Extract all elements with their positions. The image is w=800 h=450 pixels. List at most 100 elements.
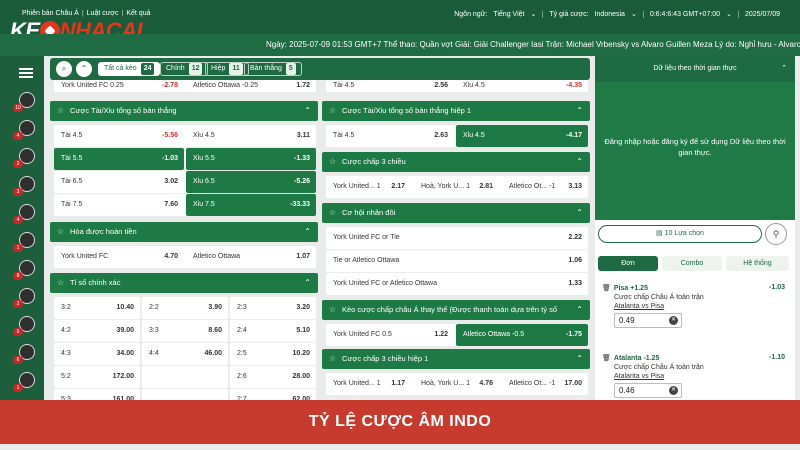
hockey-icon[interactable]: 8 (13, 260, 35, 280)
live-data-header[interactable]: Dữ liệu theo thời gian thực ⌃ (595, 56, 795, 82)
tab-single[interactable]: Đơn (598, 256, 658, 271)
odds: 46.00 (204, 350, 222, 357)
market-header-over-under[interactable]: ☆ Cược Tài/Xỉu tổng số bàn thắng ⌃ (50, 101, 318, 121)
market-header-3way-handicap-first-half[interactable]: ☆ Cược chấp 3 chiều hiệp 1 ⌃ (322, 349, 590, 369)
cricket-icon[interactable]: 1 (13, 372, 35, 392)
correct-score-cell[interactable]: 2:2 3.90 (142, 297, 228, 319)
odds-type-select[interactable]: Indonesia (595, 11, 625, 18)
home-odds-cell[interactable]: York United FC 0.25 -2.78 (54, 80, 184, 92)
double-chance-row[interactable]: York United FC or Tie 2.22 (326, 227, 588, 249)
market-header-correct-score[interactable]: ☆ Tỉ số chính xác ⌃ (50, 273, 318, 293)
correct-score-cell[interactable]: 2:5 10.20 (230, 343, 316, 365)
star-icon[interactable]: ☆ (57, 222, 64, 242)
chevron-down-icon[interactable]: ⌄ (726, 10, 732, 18)
over-cell[interactable]: Tài 4.5 2.56 (326, 80, 454, 92)
odds: 34.00 (116, 350, 134, 357)
tab-all-markets[interactable]: Tất cả kèo 24 (98, 62, 161, 76)
tab-half[interactable]: Hiệp 11 (205, 62, 249, 76)
count-badge: 4 (13, 132, 23, 140)
home-odds-cell[interactable]: York United FC 0.5 1.22 (326, 324, 454, 346)
correct-score-cell[interactable]: 2:4 5.10 (230, 320, 316, 342)
away-odds-cell-selected[interactable]: Atletico Ottawa -0.5 -1.75 (456, 324, 588, 346)
search-icon[interactable]: ⌕ (56, 61, 72, 77)
tab-count: 11 (229, 63, 243, 75)
correct-score-cell[interactable]: 4:2 39.00 (54, 320, 140, 342)
market-header-double-chance[interactable]: ☆ Cơ hội nhân đôi ⌃ (322, 203, 590, 223)
under-cell[interactable]: Xỉu 4.5 -4.35 (456, 80, 588, 92)
match-link[interactable]: Atalanta vs Pisa (614, 303, 664, 310)
volleyball-icon[interactable]: 3 (13, 176, 35, 196)
esports-icon[interactable]: 4 (13, 204, 35, 224)
results-link[interactable]: Kết quả (126, 10, 150, 17)
user-icon[interactable]: ⚲ (765, 223, 787, 245)
tab-main[interactable]: Chính 12 (160, 62, 209, 76)
tennis-icon[interactable]: 2 (13, 148, 35, 168)
tab-system[interactable]: Hệ thống (726, 256, 789, 271)
correct-score-cell[interactable]: 4:4 46.00 (142, 343, 228, 365)
chevron-up-icon[interactable]: ⌃ (76, 61, 92, 77)
away-cell[interactable]: Atletico Ot... -1 3.13 (502, 176, 588, 198)
home-cell[interactable]: York United... 1 1.17 (326, 373, 411, 395)
correct-score-cell[interactable]: 3:2 10.40 (54, 297, 140, 319)
star-icon[interactable]: ☆ (329, 203, 336, 223)
match-link[interactable]: Atalanta vs Pisa (614, 373, 664, 380)
divider (0, 444, 800, 450)
under-cell-selected[interactable]: Xỉu 6.5 -5.26 (186, 171, 316, 193)
tab-count: 5 (285, 63, 296, 75)
badminton-icon[interactable]: 2 (13, 288, 35, 308)
market-header-draw-refund[interactable]: ☆ Hòa được hoàn tiền ⌃ (50, 222, 318, 242)
draw-cell[interactable]: Hoà, York U... 1 4.76 (414, 373, 499, 395)
double-chance-row[interactable]: Tie or Atletico Ottawa 1.06 (326, 250, 588, 272)
trash-icon[interactable]: 🗑 (602, 285, 611, 292)
trash-icon[interactable]: 🗑 (602, 355, 611, 362)
correct-score-cell[interactable]: 2:3 3.20 (230, 297, 316, 319)
star-icon[interactable]: ☆ (57, 101, 64, 121)
star-icon[interactable]: ☆ (329, 349, 336, 369)
basketball-icon[interactable]: 4 (13, 120, 35, 140)
correct-score-cell[interactable]: 5:2 172.00 (54, 366, 140, 388)
correct-score-cell[interactable]: 2:6 28.00 (230, 366, 316, 388)
under-cell[interactable]: Xỉu 4.5 3.11 (186, 125, 316, 147)
menu-icon[interactable] (19, 68, 33, 78)
draw-cell[interactable]: Hoà, York U... 1 2.81 (414, 176, 499, 198)
language-select[interactable]: Tiếng Việt (493, 11, 524, 18)
under-cell-selected[interactable]: Xỉu 5.5 -1.33 (186, 148, 316, 170)
correct-score-cell[interactable]: 4:3 34.00 (54, 343, 140, 365)
home-cell[interactable]: York United... 1 2.17 (326, 176, 411, 198)
star-icon[interactable]: ☆ (329, 101, 336, 121)
tab-combo[interactable]: Combo (662, 256, 722, 271)
home-odds-cell[interactable]: York United FC 4.70 (54, 246, 184, 268)
away-odds-cell[interactable]: Atletico Ottawa -0.25 1.72 (186, 80, 316, 92)
star-icon[interactable]: ☆ (57, 273, 64, 293)
over-cell[interactable]: Tài 4.5 -5.56 (54, 125, 184, 147)
away-odds-cell[interactable]: Atletico Ottawa 1.07 (186, 246, 316, 268)
bet-selection-count[interactable]: ▤ 10 Lựa chọn (598, 225, 762, 243)
asian-version-link[interactable]: Phiên bản Châu Á (22, 10, 79, 17)
clear-icon[interactable]: ✕ (669, 386, 678, 395)
score: 4:4 (149, 350, 159, 357)
market-header-alt-asian-handicap[interactable]: ☆ Kèo cược chấp châu Á thay thế (Được tha… (322, 300, 590, 320)
clear-icon[interactable]: ✕ (669, 316, 678, 325)
over-cell[interactable]: Tài 4.5 2.63 (326, 125, 454, 147)
table-tennis-icon[interactable]: 5 (13, 316, 35, 336)
over-cell-selected[interactable]: Tài 5.5 -1.03 (54, 148, 184, 170)
correct-score-cell[interactable]: 3:3 8.60 (142, 320, 228, 342)
double-chance-row[interactable]: York United FC or Atletico Ottawa 1.33 (326, 273, 588, 295)
rules-link[interactable]: Luật cược (87, 10, 119, 17)
over-cell[interactable]: Tài 6.5 3.02 (54, 171, 184, 193)
over-cell[interactable]: Tài 7.5 7.60 (54, 194, 184, 216)
stake-input[interactable]: 0.49 ✕ (614, 313, 682, 328)
tab-goals[interactable]: Bàn thắng 5 (244, 62, 302, 76)
soccer-icon[interactable]: 10 (13, 92, 35, 112)
under-cell-selected[interactable]: Xỉu 4.5 -4.17 (456, 125, 588, 147)
stake-input[interactable]: 0.46 ✕ (614, 383, 682, 398)
under-cell-selected[interactable]: Xỉu 7.5 -33.33 (186, 194, 316, 216)
market-header-3way-handicap[interactable]: ☆ Cược chấp 3 chiều ⌃ (322, 152, 590, 172)
star-icon[interactable]: ☆ (329, 300, 336, 320)
market-header-ou-first-half[interactable]: ☆ Cược Tài/Xỉu tổng số bàn thắng hiệp 1 ⌃ (322, 101, 590, 121)
star-icon[interactable]: ☆ (329, 152, 336, 172)
football-icon[interactable]: 6 (13, 344, 35, 364)
team-name: Atletico Ottawa (463, 331, 511, 338)
baseball-icon[interactable]: 1 (13, 232, 35, 252)
away-cell[interactable]: Atletico Ot... -1 17.00 (502, 373, 588, 395)
